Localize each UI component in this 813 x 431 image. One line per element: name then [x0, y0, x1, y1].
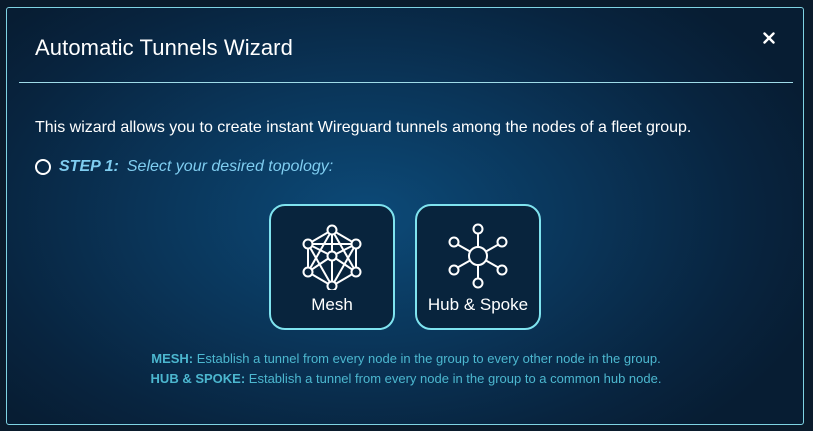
close-button[interactable]	[759, 28, 779, 48]
wizard-intro-text: This wizard allows you to create instant…	[35, 119, 692, 136]
close-icon	[763, 32, 775, 44]
mesh-option-label: Mesh	[311, 295, 353, 314]
hub-spoke-option-button[interactable]: Hub & Spoke	[415, 204, 541, 330]
mesh-description: MESH: Establish a tunnel from every node…	[7, 351, 803, 366]
hub-spoke-option-label: Hub & Spoke	[427, 295, 529, 314]
hub-spoke-description-term: HUB & SPOKE:	[150, 371, 246, 386]
hub-spoke-topology-icon	[448, 223, 508, 289]
dialog-title: Automatic Tunnels Wizard	[35, 35, 293, 60]
mesh-description-term: MESH:	[151, 351, 194, 366]
hub-spoke-description: HUB & SPOKE: Establish a tunnel from eve…	[7, 371, 803, 386]
step-1-heading: STEP 1: Select your desired topology:	[35, 158, 333, 176]
mesh-description-text: Establish a tunnel from every node in th…	[196, 351, 661, 366]
step-label: STEP 1:	[59, 158, 119, 175]
title-divider	[19, 82, 793, 83]
tunnels-wizard-dialog: Automatic Tunnels Wizard This wizard all…	[6, 7, 804, 425]
mesh-topology-icon	[302, 224, 362, 290]
step-text: Select your desired topology:	[126, 158, 334, 175]
step-radio-icon	[35, 159, 51, 175]
mesh-option-button[interactable]: Mesh	[269, 204, 395, 330]
hub-spoke-description-text: Establish a tunnel from every node in th…	[248, 371, 662, 386]
